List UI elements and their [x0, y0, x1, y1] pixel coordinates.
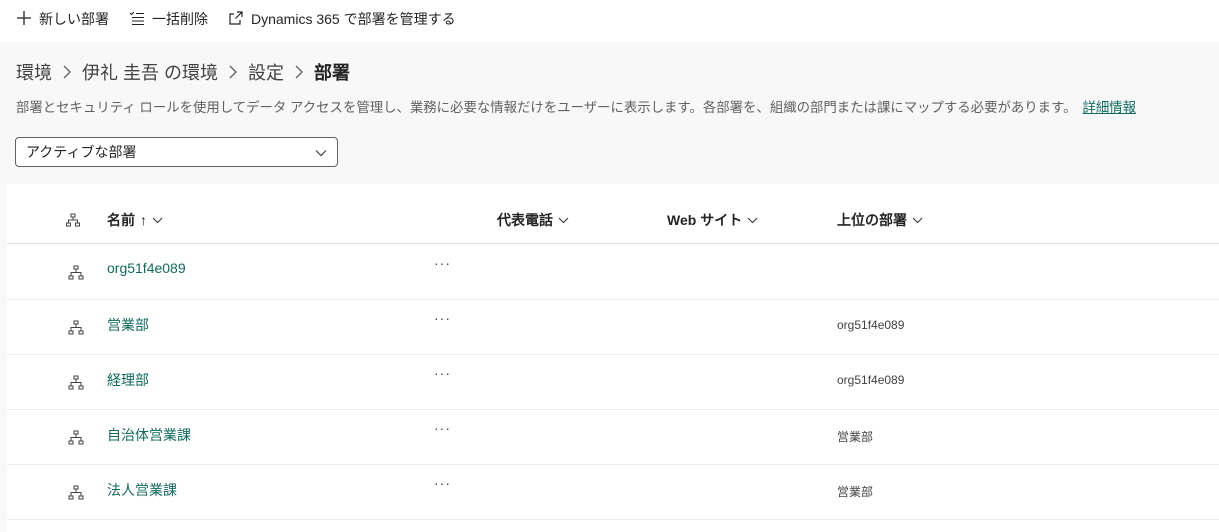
manage-in-dynamics-button[interactable]: Dynamics 365 で部署を管理する — [216, 0, 464, 38]
more-actions-button[interactable]: ··· — [434, 255, 451, 271]
new-business-unit-label: 新しい部署 — [39, 11, 109, 27]
bulk-delete-label: 一括削除 — [152, 11, 208, 27]
manage-in-dynamics-label: Dynamics 365 で部署を管理する — [251, 11, 456, 27]
breadcrumb-settings[interactable]: 設定 — [248, 59, 284, 85]
more-actions-button[interactable]: ··· — [434, 475, 451, 491]
command-bar: 新しい部署 一括削除 Dynamics 365 で部署を管理する — [0, 0, 1219, 38]
chevron-right-icon — [294, 65, 304, 79]
chevron-down-icon — [315, 144, 327, 160]
column-header-website[interactable]: Web サイト — [667, 210, 758, 230]
column-parent-label: 上位の部署 — [837, 212, 907, 228]
more-actions-button[interactable]: ··· — [434, 365, 451, 381]
hierarchy-icon[interactable] — [68, 320, 84, 340]
parent-unit-value: 営業部 — [837, 430, 874, 444]
grid-header: 名前 ↑ 代表電話 Web サイト 上位の部署 — [7, 184, 1219, 244]
new-business-unit-button[interactable]: 新しい部署 — [0, 0, 117, 38]
breadcrumb: 環境 伊礼 圭吾 の環境 設定 部署 — [16, 59, 350, 85]
business-unit-name-link[interactable]: 自治体営業課 — [107, 425, 191, 445]
main-content: 環境 伊礼 圭吾 の環境 設定 部署 部署とセキュリティ ロールを使用してデータ… — [0, 42, 1219, 532]
business-units-grid: 名前 ↑ 代表電話 Web サイト 上位の部署 org51f4e089 ··· … — [7, 184, 1219, 532]
table-row[interactable]: 経理部 ··· org51f4e089 — [7, 354, 1219, 410]
chevron-down-icon — [152, 217, 163, 223]
chevron-down-icon — [558, 217, 569, 223]
column-header-name[interactable]: 名前 ↑ — [107, 210, 163, 230]
breadcrumb-current: 部署 — [314, 63, 351, 83]
column-header-parent[interactable]: 上位の部署 — [837, 210, 923, 230]
description-text: 部署とセキュリティ ロールを使用してデータ アクセスを管理し、業務に必要な情報だ… — [16, 100, 1077, 115]
hierarchy-icon[interactable] — [66, 213, 80, 232]
parent-unit-value: 営業部 — [837, 485, 874, 499]
breadcrumb-environments[interactable]: 環境 — [16, 59, 52, 85]
column-phone-label: 代表電話 — [497, 212, 553, 228]
chevron-down-icon — [747, 217, 758, 223]
table-row[interactable]: 法人営業課 ··· 営業部 — [7, 464, 1219, 520]
more-actions-button[interactable]: ··· — [434, 420, 451, 436]
view-selector-dropdown[interactable]: アクティブな部署 — [15, 137, 338, 167]
parent-unit-value: org51f4e089 — [837, 373, 905, 387]
open-external-icon — [228, 10, 251, 29]
add-icon — [16, 10, 39, 29]
table-row[interactable]: 営業部 ··· org51f4e089 — [7, 299, 1219, 355]
more-actions-button[interactable]: ··· — [434, 310, 451, 326]
chevron-down-icon — [912, 217, 923, 223]
hierarchy-icon[interactable] — [68, 265, 84, 285]
breadcrumb-environment[interactable]: 伊礼 圭吾 の環境 — [82, 59, 218, 85]
chevron-right-icon — [62, 65, 72, 79]
learn-more-link[interactable]: 詳細情報 — [1082, 100, 1136, 115]
table-row[interactable]: 自治体営業課 ··· 営業部 — [7, 409, 1219, 465]
page-description: 部署とセキュリティ ロールを使用してデータ アクセスを管理し、業務に必要な情報だ… — [16, 96, 1136, 116]
chevron-right-icon — [228, 65, 238, 79]
business-unit-name-link[interactable]: 法人営業課 — [107, 480, 177, 500]
hierarchy-icon[interactable] — [68, 430, 84, 450]
column-header-phone[interactable]: 代表電話 — [497, 210, 569, 230]
business-unit-name-link[interactable]: 経理部 — [107, 370, 149, 390]
column-website-label: Web サイト — [667, 212, 743, 228]
business-unit-name-link[interactable]: 営業部 — [107, 315, 149, 335]
hierarchy-icon[interactable] — [68, 485, 84, 505]
business-unit-name-link[interactable]: org51f4e089 — [107, 260, 186, 276]
bulk-delete-icon — [129, 10, 152, 29]
parent-unit-value: org51f4e089 — [837, 318, 905, 332]
view-selector-value: アクティブな部署 — [26, 144, 137, 160]
sort-ascending-icon: ↑ — [140, 212, 147, 228]
hierarchy-icon[interactable] — [68, 375, 84, 395]
bulk-delete-button[interactable]: 一括削除 — [117, 0, 216, 38]
column-name-label: 名前 — [107, 212, 135, 228]
table-row[interactable]: org51f4e089 ··· — [7, 244, 1219, 300]
